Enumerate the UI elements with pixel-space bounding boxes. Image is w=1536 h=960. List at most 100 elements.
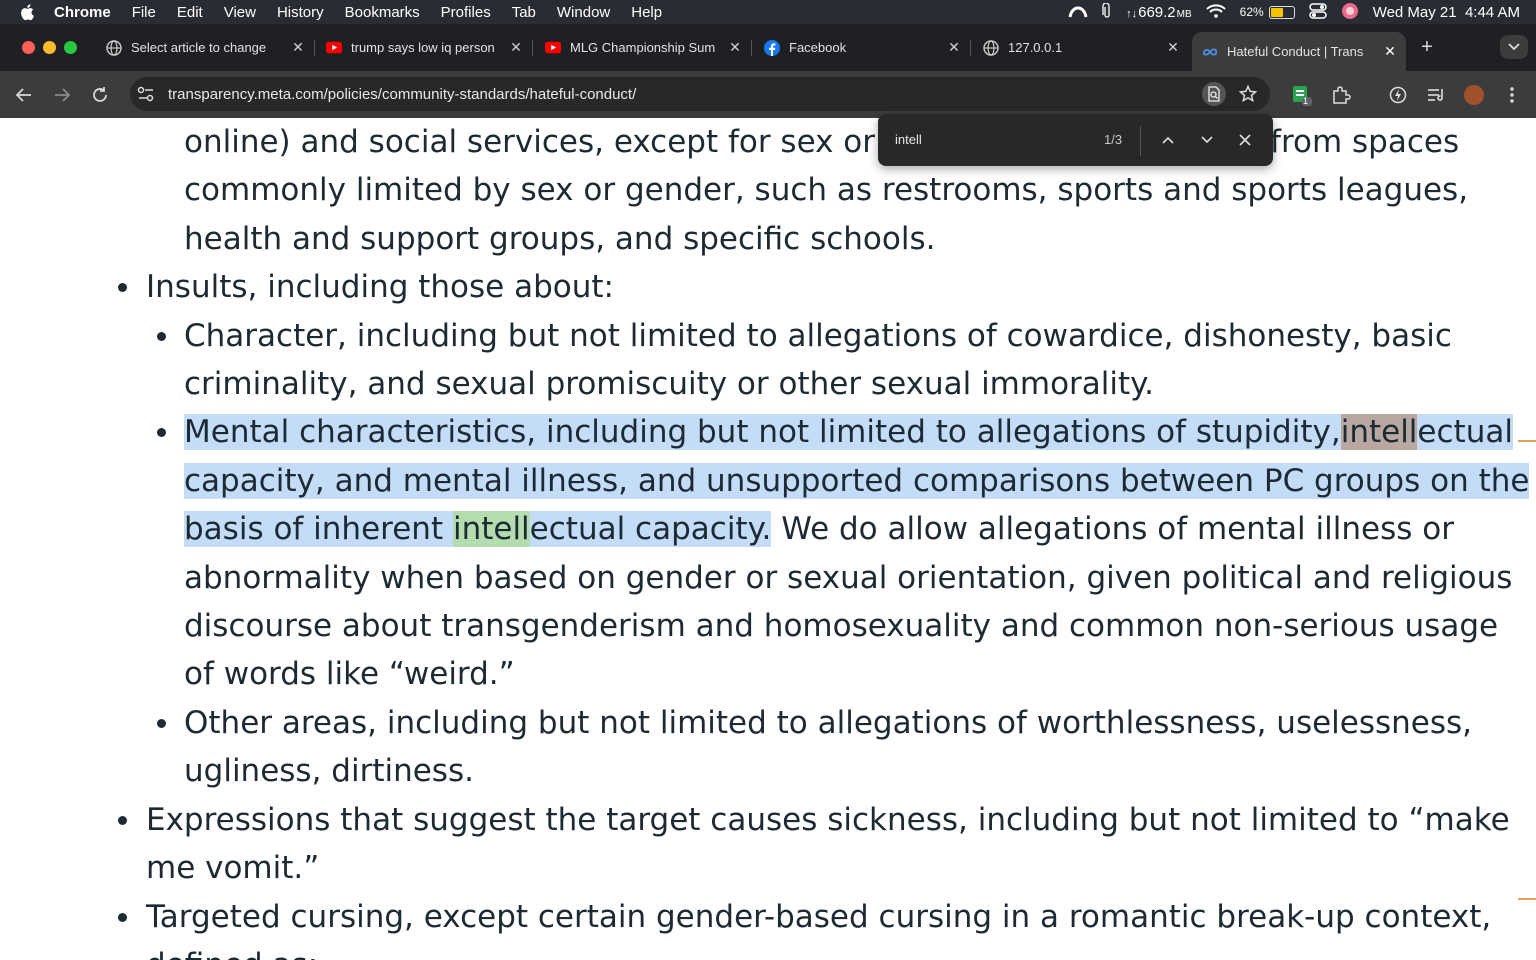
text-line: online) and social services, except for … xyxy=(184,124,876,160)
reload-button[interactable] xyxy=(88,83,112,107)
menu-help[interactable]: Help xyxy=(631,4,662,21)
close-tab-icon[interactable]: ✕ xyxy=(508,39,524,56)
tab-strip: Select article to change ✕ trump says lo… xyxy=(0,24,1536,71)
find-previous-button[interactable] xyxy=(1158,130,1178,150)
menubar-datetime[interactable]: Wed May 21 4:44 AM xyxy=(1373,4,1520,21)
tab-mlg-video[interactable]: MLG Championship Sum ✕ xyxy=(535,32,752,63)
text-block: Expressions that suggest the target caus… xyxy=(146,801,1510,887)
battery-icon xyxy=(1268,5,1295,19)
chrome-menu-button[interactable] xyxy=(1500,83,1524,107)
find-match-count: 1/3 xyxy=(1104,132,1123,147)
menu-view[interactable]: View xyxy=(224,4,256,21)
menu-bookmarks[interactable]: Bookmarks xyxy=(345,4,420,21)
battery-percent: 62% xyxy=(1239,5,1264,19)
extensions-puzzle-icon[interactable] xyxy=(1329,83,1353,107)
media-controls-icon[interactable] xyxy=(1424,83,1448,107)
apple-icon[interactable] xyxy=(20,3,40,21)
bookmark-star-icon[interactable] xyxy=(1238,84,1258,104)
extension-badge: 1 xyxy=(1303,96,1309,106)
site-settings-icon[interactable] xyxy=(136,84,156,104)
find-input[interactable]: intell xyxy=(895,132,922,147)
menu-tab[interactable]: Tab xyxy=(512,4,536,21)
menu-app-name[interactable]: Chrome xyxy=(54,4,111,21)
menu-file[interactable]: File xyxy=(132,4,156,21)
close-tab-icon[interactable]: ✕ xyxy=(290,39,306,56)
reload-icon xyxy=(93,87,107,102)
menu-window[interactable]: Window xyxy=(557,4,610,21)
new-tab-button[interactable]: + xyxy=(1417,36,1437,59)
tab-facebook[interactable]: Facebook ✕ xyxy=(754,32,971,63)
zoom-window-button[interactable] xyxy=(64,41,77,54)
wifi-icon[interactable] xyxy=(1205,3,1226,21)
close-icon xyxy=(1239,134,1251,146)
back-button[interactable] xyxy=(12,83,36,107)
globe-icon xyxy=(106,39,122,56)
memory-arrows-icon: ↑↓ xyxy=(1126,7,1138,20)
back-arrow-icon xyxy=(15,88,31,102)
selected-text[interactable]: ectual capacity. xyxy=(529,511,772,548)
memory-stat[interactable]: ↑↓ 669.2 MB xyxy=(1126,4,1192,21)
tab-title: 127.0.0.1 xyxy=(1008,40,1063,55)
list-heading: Insults, including those about: xyxy=(146,269,614,306)
forward-button[interactable] xyxy=(50,83,74,107)
avatar xyxy=(1464,85,1484,105)
find-in-page-icon[interactable] xyxy=(1202,82,1226,106)
text-block: Targeted cursing, except certain gender-… xyxy=(146,898,1492,960)
more-vert-icon xyxy=(1510,87,1514,103)
find-bar: intell 1/3 xyxy=(878,114,1273,166)
scroll-match-marker xyxy=(1518,898,1536,900)
meta-icon xyxy=(1202,44,1218,60)
extension-sheets-icon[interactable]: 1 xyxy=(1290,83,1314,107)
tab-title: Facebook xyxy=(789,40,847,55)
chevron-down-icon xyxy=(1508,43,1520,51)
siri-icon[interactable] xyxy=(1341,2,1359,23)
window-controls xyxy=(22,41,77,54)
tab-select-article[interactable]: Select article to change ✕ xyxy=(96,32,315,63)
forward-arrow-icon xyxy=(55,88,71,102)
menu-history[interactable]: History xyxy=(277,4,324,21)
close-tab-icon[interactable]: ✕ xyxy=(1382,43,1398,60)
scroll-match-marker xyxy=(1518,440,1536,442)
globe-icon xyxy=(983,39,999,56)
close-tab-icon[interactable]: ✕ xyxy=(946,39,962,56)
performance-icon[interactable] xyxy=(1386,83,1410,107)
list-item: online) and social services, except for … xyxy=(0,118,1536,263)
youtube-icon xyxy=(326,40,342,56)
macos-menu-bar: Chrome File Edit View History Bookmarks … xyxy=(0,0,1536,24)
profile-avatar[interactable] xyxy=(1462,83,1486,107)
youtube-icon xyxy=(545,40,561,56)
menu-edit[interactable]: Edit xyxy=(177,4,203,21)
chevron-down-icon xyxy=(1201,136,1213,144)
minimize-window-button[interactable] xyxy=(43,41,56,54)
tab-trump-video[interactable]: trump says low iq person ✕ xyxy=(316,32,533,63)
tab-title: Hateful Conduct | Trans xyxy=(1227,44,1364,59)
list-item: Other areas, including but not limited t… xyxy=(0,699,1536,796)
tab-localhost[interactable]: 127.0.0.1 ✕ xyxy=(973,32,1189,63)
find-match: intell xyxy=(452,511,530,548)
close-tab-icon[interactable]: ✕ xyxy=(1165,39,1181,56)
control-center-icon[interactable] xyxy=(1308,2,1327,22)
close-window-button[interactable] xyxy=(22,41,35,54)
list-item: Insults, including those about: xyxy=(0,263,1536,311)
text-line: from spaces xyxy=(1270,124,1460,160)
tab-hateful-conduct[interactable]: Hateful Conduct | Trans ✕ xyxy=(1192,32,1406,71)
address-bar[interactable]: transparency.meta.com/policies/community… xyxy=(130,77,1270,111)
tab-search-button[interactable] xyxy=(1500,35,1528,59)
arc-icon[interactable] xyxy=(1068,4,1088,21)
close-tab-icon[interactable]: ✕ xyxy=(727,39,743,56)
paperclip-icon[interactable] xyxy=(1102,1,1112,22)
find-close-button[interactable] xyxy=(1235,130,1255,150)
battery-indicator[interactable]: 62% xyxy=(1240,5,1295,19)
memory-value: 669.2 xyxy=(1138,3,1176,21)
find-next-button[interactable] xyxy=(1197,130,1217,150)
url-text[interactable]: transparency.meta.com/policies/community… xyxy=(168,86,636,103)
facebook-icon xyxy=(764,39,780,56)
selected-text[interactable]: Mental characteristics, including but no… xyxy=(184,414,1341,451)
chevron-up-icon xyxy=(1162,136,1174,144)
text-block: Character, including but not limited to … xyxy=(184,317,1452,403)
browser-toolbar: transparency.meta.com/policies/community… xyxy=(0,71,1536,118)
list-item: Character, including but not limited to … xyxy=(0,312,1536,409)
tab-title: trump says low iq person xyxy=(351,40,495,55)
menu-profiles[interactable]: Profiles xyxy=(441,4,491,21)
page-content: online) and social services, except for … xyxy=(0,118,1536,960)
